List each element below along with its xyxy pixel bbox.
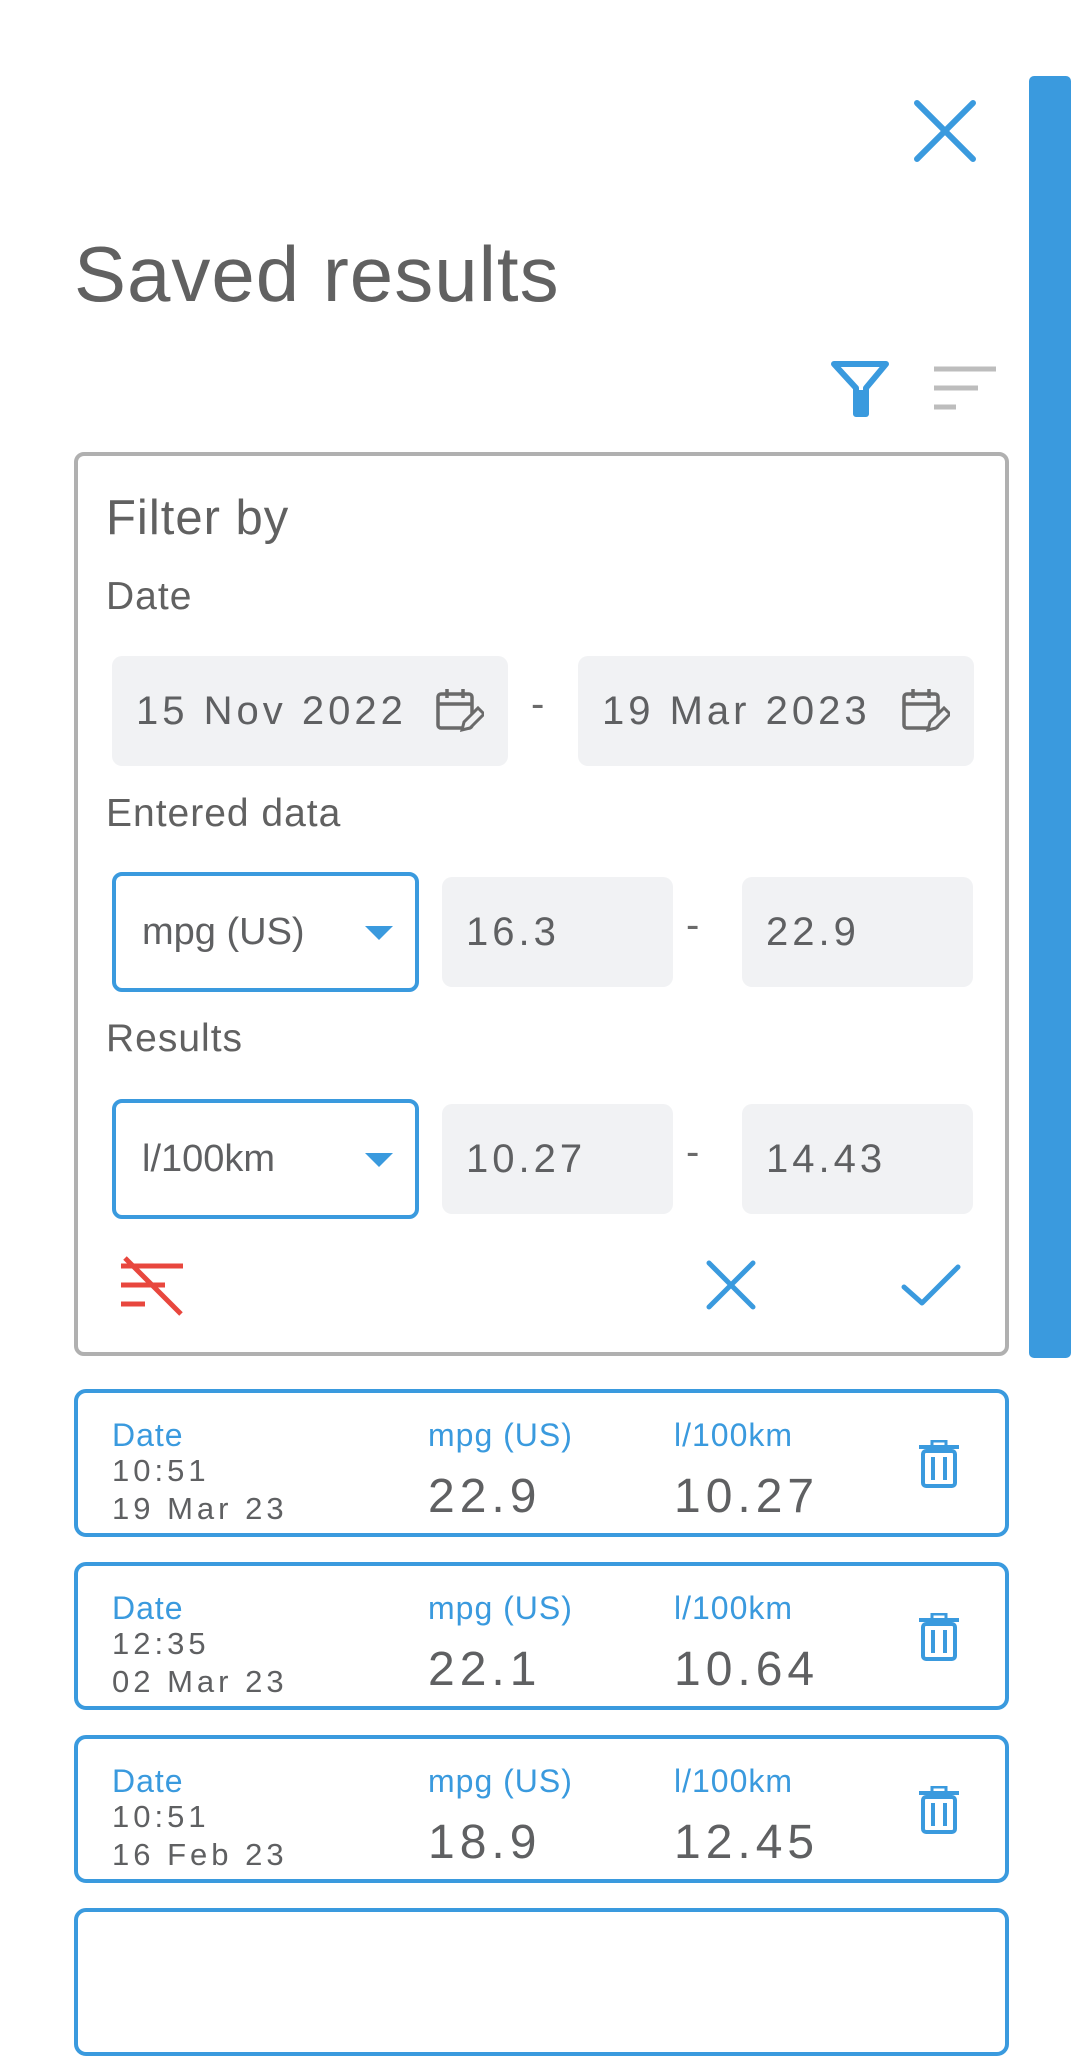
filter-toggle-button[interactable]	[818, 346, 902, 430]
result-time: 10:51	[112, 1453, 210, 1488]
filter-off-icon	[121, 1256, 183, 1316]
clear-filter-button[interactable]	[108, 1240, 198, 1330]
result-column-label: l/100km	[674, 1590, 794, 1626]
result-column-label: l/100km	[674, 1417, 794, 1453]
delete-result-button[interactable]	[904, 1600, 974, 1674]
entered-value: 22.1	[428, 1643, 542, 1696]
date-from-value: 15 Nov 2022	[136, 688, 407, 733]
date-column-label: Date	[112, 1417, 184, 1453]
scrollbar[interactable]	[1029, 76, 1071, 1358]
check-icon	[901, 1264, 961, 1306]
results-range-separator: -	[686, 1130, 700, 1174]
result-value: 10.64	[674, 1643, 820, 1696]
filter-heading: Filter by	[106, 491, 290, 545]
date-from-field[interactable]: 15 Nov 2022	[112, 656, 508, 766]
entered-value: 22.9	[428, 1470, 542, 1523]
results-unit-value: l/100km	[142, 1137, 276, 1180]
entered-unit-value: mpg (US)	[142, 910, 305, 953]
entered-unit-select[interactable]: mpg (US)	[112, 872, 419, 992]
filter-icon	[831, 361, 889, 417]
result-date: 19 Mar 23	[112, 1491, 288, 1526]
apply-filter-button[interactable]	[886, 1240, 976, 1330]
result-column-label: l/100km	[674, 1763, 794, 1799]
entered-column-label: mpg (US)	[428, 1590, 573, 1626]
sort-icon	[934, 366, 996, 410]
entered-column-label: mpg (US)	[428, 1763, 573, 1799]
date-column-label: Date	[112, 1763, 184, 1799]
trash-icon	[919, 1786, 959, 1834]
results-max-input[interactable]: 14.43	[742, 1104, 973, 1214]
trash-icon	[919, 1613, 959, 1661]
entered-column-label: mpg (US)	[428, 1417, 573, 1453]
result-card[interactable]: Date 10:51 16 Feb 23 mpg (US) 18.9 l/100…	[74, 1735, 1009, 1883]
close-icon	[706, 1260, 756, 1310]
close-icon	[914, 100, 976, 162]
result-card[interactable]: Date 10:51 19 Mar 23 mpg (US) 22.9 l/100…	[74, 1389, 1009, 1537]
dropdown-arrow-icon	[365, 926, 393, 940]
calendar-edit-icon	[902, 689, 950, 733]
entered-value: 18.9	[428, 1816, 542, 1869]
result-card[interactable]: Date 12:35 02 Mar 23 mpg (US) 22.1 l/100…	[74, 1562, 1009, 1710]
date-range-separator: -	[531, 682, 545, 726]
date-column-label: Date	[112, 1590, 184, 1626]
trash-icon	[919, 1440, 959, 1488]
result-value: 12.45	[674, 1816, 820, 1869]
delete-result-button[interactable]	[904, 1773, 974, 1847]
calendar-edit-icon	[436, 689, 484, 733]
date-to-value: 19 Mar 2023	[602, 688, 871, 733]
entered-data-label: Entered data	[106, 792, 342, 835]
date-to-field[interactable]: 19 Mar 2023	[578, 656, 974, 766]
page-title: Saved results	[74, 230, 560, 318]
results-unit-select[interactable]: l/100km	[112, 1099, 419, 1219]
close-button[interactable]	[900, 86, 990, 176]
entered-max-input[interactable]: 22.9	[742, 877, 973, 987]
entered-range-separator: -	[686, 903, 700, 947]
result-value: 10.27	[674, 1470, 820, 1523]
result-time: 10:51	[112, 1799, 210, 1834]
results-label: Results	[106, 1017, 244, 1060]
result-card[interactable]	[74, 1908, 1009, 2056]
result-date: 16 Feb 23	[112, 1837, 288, 1872]
results-min-input[interactable]: 10.27	[442, 1104, 673, 1214]
result-time: 12:35	[112, 1626, 210, 1661]
cancel-filter-button[interactable]	[686, 1240, 776, 1330]
entered-min-input[interactable]: 16.3	[442, 877, 673, 987]
delete-result-button[interactable]	[904, 1427, 974, 1501]
sort-button[interactable]	[924, 346, 1008, 430]
date-label: Date	[106, 575, 193, 618]
result-date: 02 Mar 23	[112, 1664, 288, 1699]
dropdown-arrow-icon	[365, 1153, 393, 1167]
